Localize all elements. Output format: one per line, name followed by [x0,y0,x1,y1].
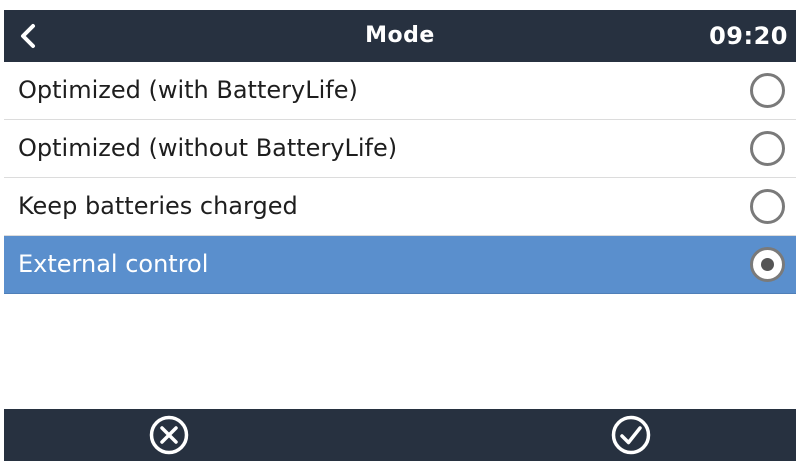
confirm-button[interactable] [611,415,651,455]
cancel-button[interactable] [149,415,189,455]
option-optimized-with-batterylife[interactable]: Optimized (with BatteryLife) [4,62,796,120]
option-keep-batteries-charged[interactable]: Keep batteries charged [4,178,796,236]
option-label: Keep batteries charged [18,192,298,220]
radio-button-selected[interactable] [750,247,785,282]
radio-dot-icon [761,258,774,271]
check-circle-icon [611,415,651,455]
close-circle-icon [149,415,189,455]
option-label: Optimized (without BatteryLife) [18,134,398,162]
option-label: External control [18,250,209,278]
radio-button[interactable] [750,189,785,224]
mode-option-list: Optimized (with BatteryLife) Optimized (… [4,62,796,294]
header-bar: Mode 09:20 [4,10,796,62]
clock-time: 09:20 [709,22,788,50]
mode-dialog: Mode 09:20 Optimized (with BatteryLife) … [4,10,796,461]
page-title: Mode [365,23,435,48]
option-external-control[interactable]: External control [4,236,796,294]
footer-bar [4,409,796,461]
radio-button[interactable] [750,73,785,108]
option-optimized-without-batterylife[interactable]: Optimized (without BatteryLife) [4,120,796,178]
radio-button[interactable] [750,131,785,166]
option-label: Optimized (with BatteryLife) [18,76,358,104]
